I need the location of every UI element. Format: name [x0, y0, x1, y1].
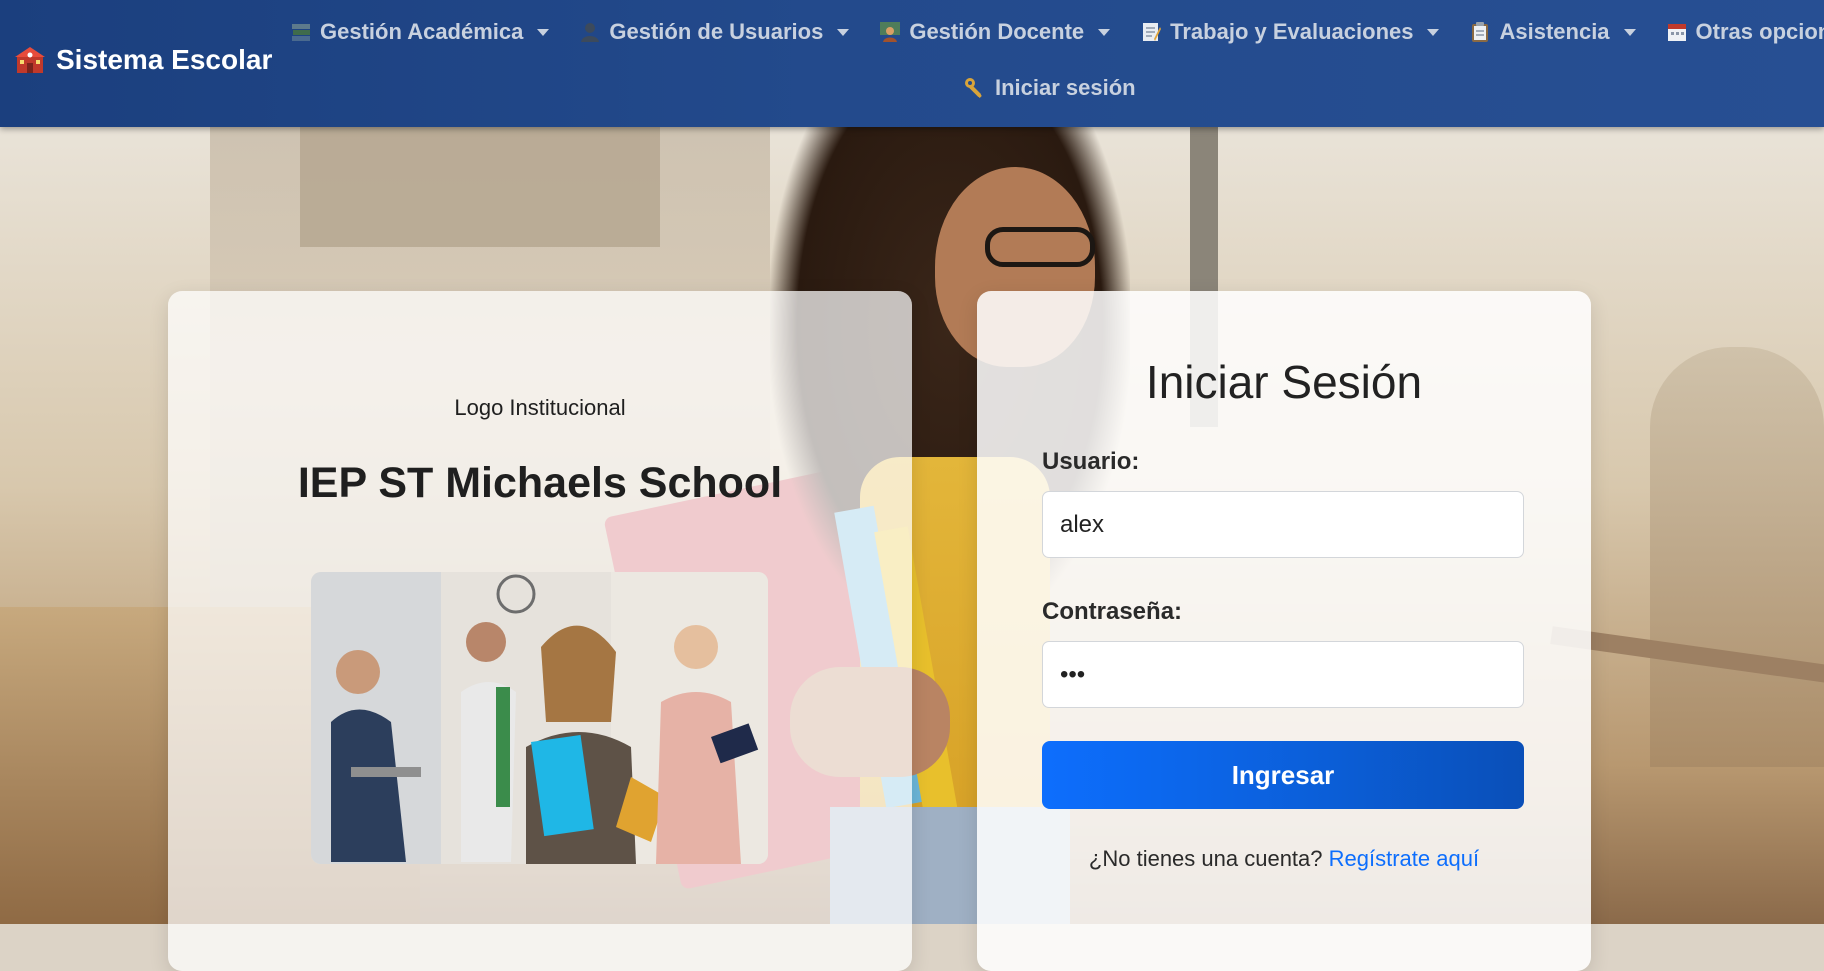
- students-photo: [311, 572, 768, 864]
- background-student-glasses: [985, 227, 1095, 267]
- chevron-down-icon: [537, 28, 550, 36]
- calendar-icon: [1667, 24, 1686, 41]
- menu-gestion-academica[interactable]: Gestión Académica: [290, 19, 550, 45]
- teacher-icon: [880, 22, 901, 42]
- menu-trabajo-evaluaciones[interactable]: Trabajo y Evaluaciones: [1140, 19, 1440, 45]
- students-illustration: [311, 572, 768, 864]
- menu-gestion-docente[interactable]: Gestión Docente: [879, 19, 1111, 45]
- menu-label: Otras opciones: [1695, 19, 1824, 44]
- memo-icon: [1143, 23, 1162, 41]
- chevron-down-icon: [837, 28, 850, 36]
- institution-panel: Logo Institucional IEP ST Michaels Schoo…: [168, 291, 912, 971]
- menu-label: Gestión de Usuarios: [609, 19, 824, 44]
- top-navbar: Sistema Escolar Gestión Académica Gestió…: [0, 0, 1824, 127]
- background-tower: [1650, 347, 1824, 767]
- nav-login-link[interactable]: Iniciar sesión: [963, 70, 1136, 106]
- brand[interactable]: Sistema Escolar: [14, 40, 272, 80]
- background-building-top: [300, 127, 660, 247]
- school-icon: [15, 47, 45, 73]
- menu-label: Gestión Docente: [909, 19, 1085, 44]
- brand-title: Sistema Escolar: [56, 44, 273, 75]
- nav-login-label: Iniciar sesión: [995, 75, 1136, 100]
- register-prompt-row: ¿No tienes una cuenta? Regístrate aquí: [977, 846, 1591, 872]
- register-prompt: ¿No tienes una cuenta?: [1088, 846, 1323, 871]
- menu-asistencia[interactable]: Asistencia: [1469, 19, 1636, 45]
- school-name: IEP ST Michaels School: [297, 459, 783, 507]
- books-icon: [292, 24, 310, 41]
- main-menu: Gestión Académica Gestión de Usuarios Ge…: [290, 12, 1824, 52]
- username-input[interactable]: [1042, 491, 1524, 558]
- login-title: Iniciar Sesión: [1145, 356, 1423, 408]
- menu-label: Trabajo y Evaluaciones: [1170, 19, 1414, 44]
- clipboard-icon: [1472, 22, 1489, 42]
- user-icon: [581, 23, 600, 42]
- password-label: Contraseña:: [1042, 598, 1183, 625]
- menu-label: Gestión Académica: [320, 19, 524, 44]
- menu-gestion-usuarios[interactable]: Gestión de Usuarios: [579, 19, 850, 45]
- menu-label: Asistencia: [1499, 19, 1610, 44]
- chevron-down-icon: [1623, 28, 1636, 36]
- institution-logo-placeholder: Logo Institucional: [454, 395, 626, 420]
- chevron-down-icon: [1098, 28, 1111, 36]
- password-input[interactable]: [1042, 641, 1524, 708]
- menu-otras-opciones[interactable]: Otras opciones: [1666, 19, 1824, 45]
- chevron-down-icon: [1427, 28, 1440, 36]
- key-icon: [965, 78, 982, 98]
- login-submit-button[interactable]: Ingresar: [1042, 741, 1524, 809]
- username-label: Usuario:: [1042, 448, 1140, 475]
- login-card: Iniciar Sesión Usuario: Contraseña: Ingr…: [977, 291, 1591, 971]
- register-link[interactable]: Regístrate aquí: [1329, 846, 1479, 871]
